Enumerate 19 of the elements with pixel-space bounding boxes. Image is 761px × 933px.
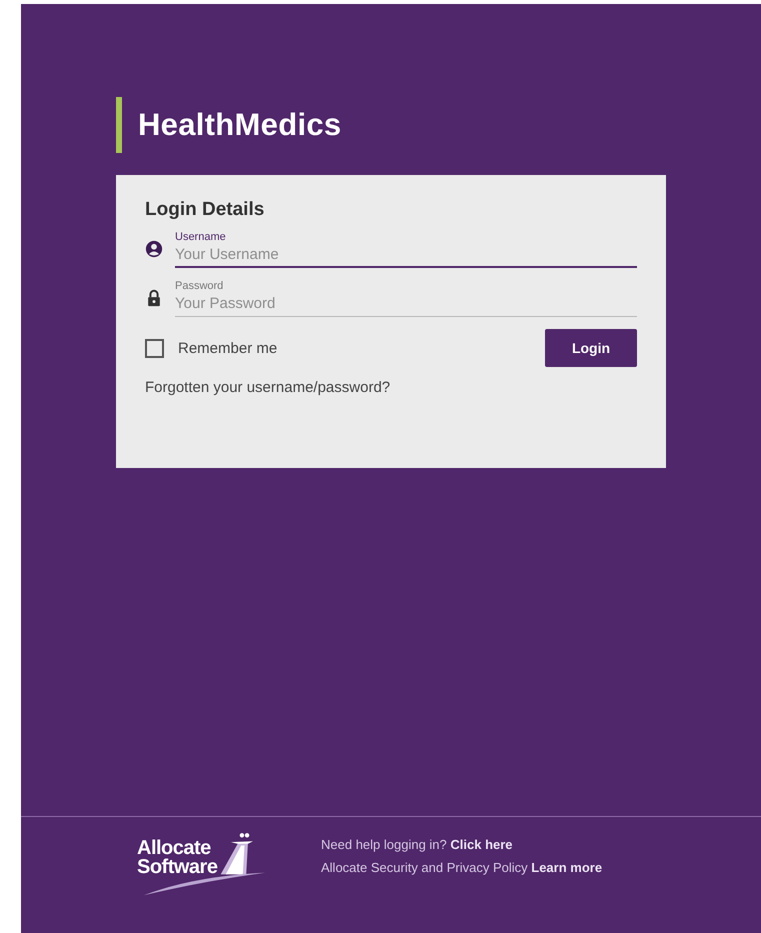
help-text: Need help logging in? Click here bbox=[321, 837, 514, 852]
help-link[interactable]: Click here bbox=[450, 837, 513, 852]
text-field[interactable]: Your Password bbox=[175, 292, 637, 317]
help-link[interactable]: Learn more bbox=[531, 860, 602, 875]
accent-bar bbox=[116, 97, 122, 153]
text-field[interactable]: Your Username bbox=[175, 243, 637, 268]
forgot-password-link[interactable]: Forgotten your username/password? bbox=[145, 379, 390, 396]
user-icon bbox=[145, 240, 163, 258]
help-text: Allocate Security and Privacy Policy Learn more bbox=[321, 860, 602, 875]
card-title: Login Details bbox=[145, 199, 266, 221]
lock-icon bbox=[145, 289, 163, 307]
checkbox[interactable] bbox=[145, 338, 164, 358]
remember-me-label[interactable]: Remember me bbox=[178, 340, 278, 356]
figure-logo-icon bbox=[219, 831, 254, 877]
company-wordmark: Allocate Software bbox=[137, 839, 218, 877]
field-label: Password bbox=[175, 280, 224, 292]
field-label: Username bbox=[175, 231, 227, 243]
brand-name: HealthMedics bbox=[138, 107, 342, 143]
login-button[interactable]: Login bbox=[545, 329, 637, 367]
